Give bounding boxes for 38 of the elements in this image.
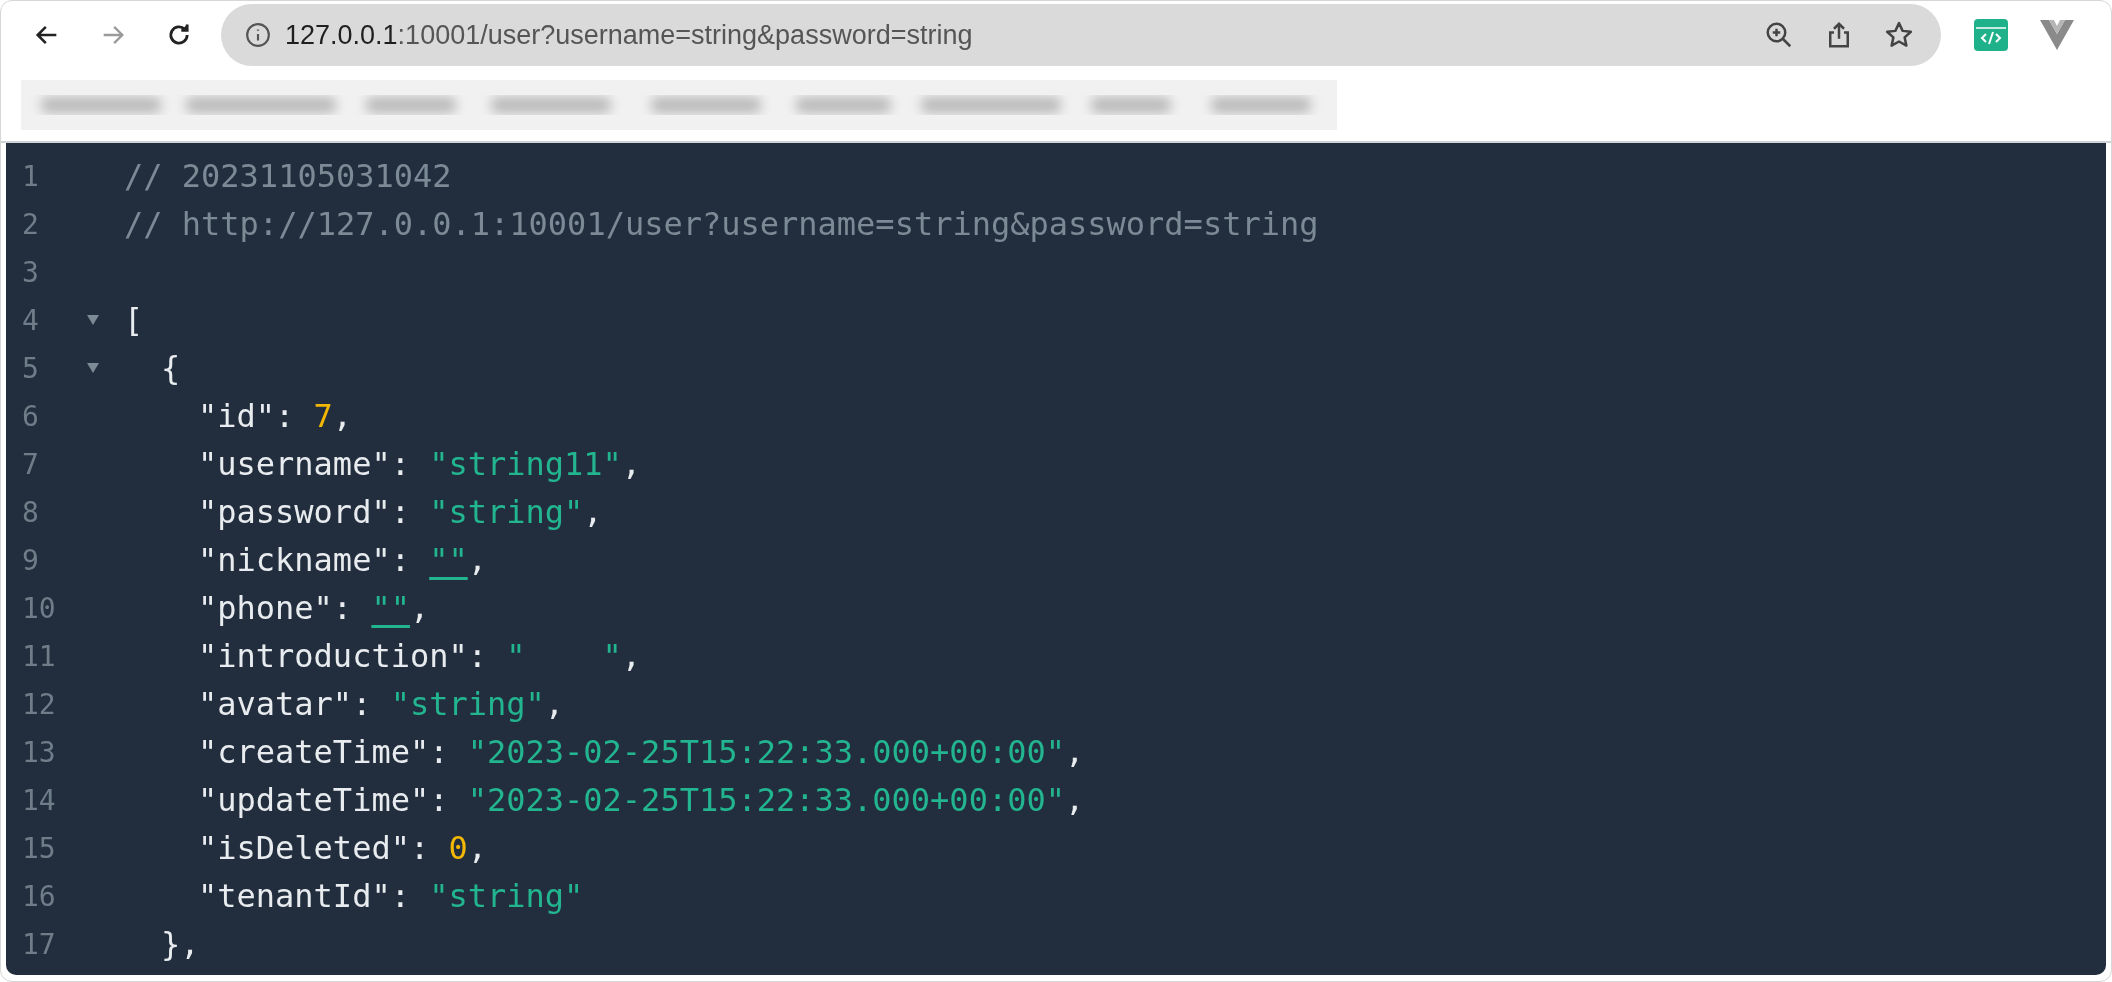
- caret-icon[interactable]: [87, 315, 99, 325]
- code-line: "introduction": " ",: [198, 637, 642, 675]
- code-line: [: [124, 301, 144, 339]
- line-number: 17: [22, 927, 57, 961]
- code-line: "nickname": "",: [198, 541, 487, 579]
- code-line: "avatar": "string",: [198, 685, 565, 723]
- line-number: 8: [22, 495, 40, 529]
- line-number: 5: [22, 351, 40, 385]
- line-number: 4: [22, 303, 40, 337]
- code-line: "tenantId": "string": [198, 877, 584, 915]
- code-line: "updateTime": "2023-02-25T15:22:33.000+00:00",: [198, 781, 1085, 819]
- line-number: 7: [22, 447, 40, 481]
- address-bar[interactable]: 127.0.0.1:10001/user?username=string&password=string: [221, 4, 1941, 66]
- code-line: // 20231105031042: [124, 157, 452, 195]
- info-icon: [245, 22, 271, 48]
- line-number: 13: [22, 735, 57, 769]
- line-number: 2: [22, 207, 40, 241]
- line-number: 3: [22, 255, 40, 289]
- url-text: 127.0.0.1:10001/user?username=string&password=string: [285, 19, 974, 51]
- line-number: 11: [22, 639, 57, 673]
- code-line: // http://127.0.0.1:10001/user?username=string&password=string: [124, 205, 1319, 243]
- code-line: "isDeleted": 0,: [198, 829, 487, 867]
- line-number: 16: [22, 879, 57, 913]
- code-line: "id": 7,: [198, 397, 353, 435]
- line-number: 6: [22, 399, 40, 433]
- line-number: 12: [22, 687, 57, 721]
- code-line: "createTime": "2023-02-25T15:22:33.000+00:00",: [198, 733, 1085, 771]
- line-number: 14: [22, 783, 57, 817]
- code-line: },: [161, 925, 200, 963]
- code-line: "phone": "",: [198, 589, 430, 627]
- code-line: "password": "string",: [198, 493, 603, 531]
- code-line: {: [161, 349, 181, 387]
- line-number: 15: [22, 831, 57, 865]
- caret-icon[interactable]: [87, 363, 99, 373]
- code-line: "username": "string11",: [198, 445, 642, 483]
- line-number: 1: [22, 159, 40, 193]
- line-number: 9: [22, 543, 40, 577]
- line-number: 10: [22, 591, 57, 625]
